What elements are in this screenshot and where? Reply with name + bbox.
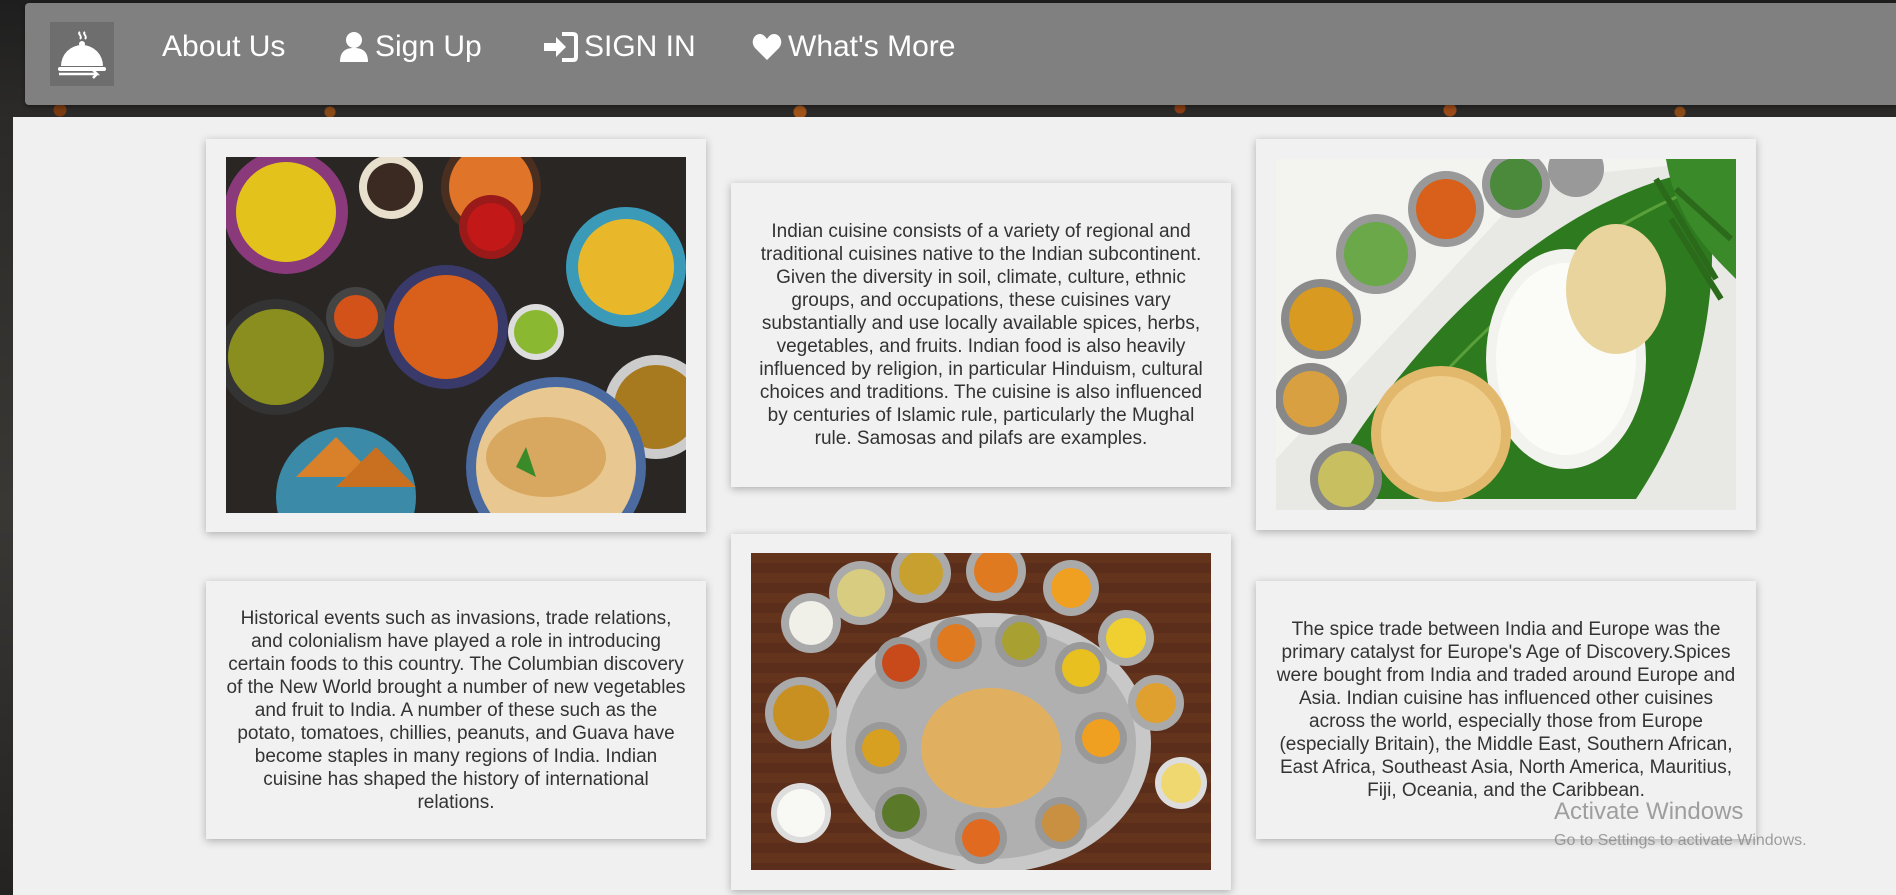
nav-sign-in[interactable]: SIGN IN [542,25,696,69]
thali-platter-image [751,553,1211,870]
history-paragraph: Historical events such as invasions, tra… [226,607,686,813]
intro-text-card: Indian cuisine consists of a variety of … [731,183,1231,487]
photo-card-banana-leaf [1256,139,1756,530]
user-icon [340,32,368,62]
nav-sign-up-label: Sign Up [375,30,482,63]
heart-icon [752,34,782,60]
intro-paragraph: Indian cuisine consists of a variety of … [759,221,1203,449]
history-text-card: Historical events such as invasions, tra… [206,581,706,839]
photo-card-thali [731,534,1231,890]
indian-food-spread-image [226,157,686,513]
nav-about-us-label: About Us [162,30,286,63]
nav-sign-in-label: SIGN IN [584,30,696,63]
banana-leaf-meal-image [1276,159,1736,510]
background-edge [0,120,14,895]
windows-activation-watermark: Activate Windows Go to Settings to activ… [1554,798,1807,850]
nav-sign-up[interactable]: Sign Up [339,25,482,69]
nav-about-us[interactable]: About Us [162,25,285,69]
navbar: About Us Sign Up SIGN IN What's More [25,3,1896,105]
serving-cloche-icon [58,31,106,79]
logo-link[interactable] [50,22,114,86]
nav-whats-more-label: What's More [788,30,956,63]
sign-in-icon [544,32,578,62]
watermark-title: Activate Windows [1554,798,1744,825]
nav-whats-more[interactable]: What's More [752,25,955,69]
photo-card-spices [206,139,706,532]
watermark-subtitle: Go to Settings to activate Windows. [1554,832,1807,849]
spice-trade-paragraph: The spice trade between India and Europe… [1276,619,1736,801]
